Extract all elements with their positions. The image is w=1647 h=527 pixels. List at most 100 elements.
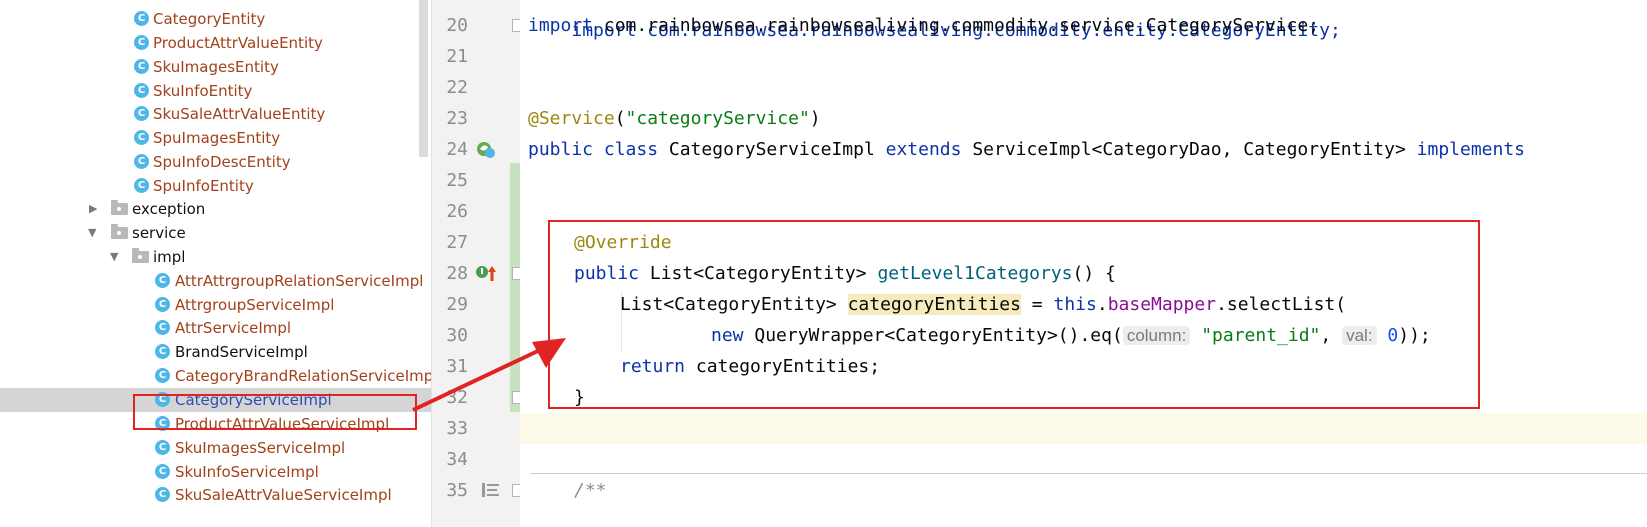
code-line-23: @Service("categoryService") xyxy=(528,103,821,134)
line-number: 29 xyxy=(446,294,468,315)
line-number: 30 xyxy=(446,325,468,346)
line-number: 32 xyxy=(446,387,468,408)
line-number: 28 xyxy=(446,263,468,284)
code-line-24: public class CategoryServiceImpl extends… xyxy=(528,134,1525,165)
collapse-arrow-icon[interactable]: ▼ xyxy=(88,221,96,245)
tree-item-label: CategoryEntity xyxy=(153,10,266,28)
class-icon: C xyxy=(155,344,170,359)
class-icon: C xyxy=(155,440,170,455)
code-string: "categoryService" xyxy=(625,108,810,129)
class-icon: C xyxy=(155,368,170,383)
collapse-arrow-icon[interactable]: ▼ xyxy=(110,245,118,269)
current-line-highlight xyxy=(520,413,1647,444)
tree-package-service[interactable]: ▼ service xyxy=(0,221,431,245)
code-text: com.rainbowsea.rainbowsealiving.commodit… xyxy=(593,15,1320,36)
class-icon: C xyxy=(134,154,149,169)
code-keyword: import xyxy=(528,15,594,36)
method-separator xyxy=(530,473,1647,474)
code-text: ) xyxy=(809,108,821,129)
line-number: 23 xyxy=(446,108,468,129)
tree-item-label: SpuInfoEntity xyxy=(153,177,254,195)
class-icon: C xyxy=(134,178,149,193)
tree-item[interactable]: C SpuInfoEntity xyxy=(0,174,431,198)
tree-item[interactable]: C AttrgroupServiceImpl xyxy=(0,293,431,317)
tree-item-label: SkuSaleAttrValueServiceImpl xyxy=(175,486,392,504)
class-icon: C xyxy=(134,35,149,50)
line-number: 24 xyxy=(446,139,468,160)
tree-item[interactable]: C CategoryBrandRelationServiceImp xyxy=(0,364,431,388)
tree-item-label: AttrAttrgroupRelationServiceImpl xyxy=(175,272,424,290)
class-icon: C xyxy=(155,464,170,479)
override-method-icon[interactable] xyxy=(475,263,499,283)
documentation-icon[interactable] xyxy=(481,481,501,499)
vcs-change-marker[interactable] xyxy=(510,163,520,412)
line-number: 33 xyxy=(446,418,468,439)
code-line-35: /** xyxy=(574,475,607,506)
class-icon: C xyxy=(155,273,170,288)
project-tree: C CategoryEntity C ProductAttrValueEntit… xyxy=(0,0,431,527)
tree-package-exception[interactable]: ▶ exception xyxy=(0,197,431,221)
tree-item-label: SkuInfoServiceImpl xyxy=(175,463,319,481)
tree-item[interactable]: C ProductAttrValueEntity xyxy=(0,31,431,55)
tree-item[interactable]: C SkuInfoServiceImpl xyxy=(0,460,431,484)
package-folder-icon xyxy=(111,224,128,239)
tree-item[interactable]: C SkuImagesEntity xyxy=(0,55,431,79)
class-icon: C xyxy=(155,320,170,335)
class-icon: C xyxy=(155,487,170,502)
line-number: 21 xyxy=(446,46,468,67)
line-number: 20 xyxy=(446,15,468,36)
tree-package-impl[interactable]: ▼ impl xyxy=(0,245,431,269)
code-comment: /** xyxy=(574,480,607,501)
tree-item[interactable]: C CategoryEntity xyxy=(0,7,431,31)
line-number: 35 xyxy=(446,480,468,501)
tree-item-label: AttrgroupServiceImpl xyxy=(175,296,335,314)
code-text: CategoryServiceImpl xyxy=(658,139,886,160)
tree-item-label: SkuImagesEntity xyxy=(153,58,279,76)
expand-arrow-icon[interactable]: ▶ xyxy=(89,197,97,221)
tree-item-label: SpuInfoDescEntity xyxy=(153,153,291,171)
line-number: 22 xyxy=(446,77,468,98)
tree-item[interactable]: C SkuSaleAttrValueEntity xyxy=(0,102,431,126)
package-folder-icon xyxy=(132,248,149,263)
code-text: ServiceImpl<CategoryDao, CategoryEntity> xyxy=(961,139,1417,160)
class-icon: C xyxy=(134,59,149,74)
code-line-20: import com.rainbowsea.rainbowsealiving.c… xyxy=(528,10,1319,41)
line-number: 34 xyxy=(446,449,468,470)
tree-item[interactable]: C SpuInfoDescEntity xyxy=(0,150,431,174)
tree-item[interactable]: C SkuImagesServiceImpl xyxy=(0,436,431,460)
line-number: 25 xyxy=(446,170,468,191)
class-icon: C xyxy=(134,130,149,145)
tree-item[interactable]: C AttrAttrgroupRelationServiceImpl xyxy=(0,269,431,293)
tree-item-label: BrandServiceImpl xyxy=(175,343,308,361)
code-keyword: implements xyxy=(1416,139,1526,160)
tree-item-label: SkuSaleAttrValueEntity xyxy=(153,105,326,123)
tree-item-label: CategoryBrandRelationServiceImp xyxy=(175,367,431,385)
tree-item[interactable]: C AttrServiceImpl xyxy=(0,316,431,340)
code-keyword: extends xyxy=(885,139,962,160)
class-icon: C xyxy=(155,297,170,312)
code-annotation: @Service xyxy=(528,108,615,129)
tree-item-label: ProductAttrValueEntity xyxy=(153,34,323,52)
tree-item[interactable]: C SpuImagesEntity xyxy=(0,126,431,150)
class-icon: C xyxy=(134,106,149,121)
line-number: 31 xyxy=(446,356,468,377)
tree-item[interactable]: C SkuSaleAttrValueServiceImpl xyxy=(0,483,431,507)
tree-item-label: service xyxy=(132,224,186,242)
tree-item-label: AttrServiceImpl xyxy=(175,319,292,337)
code-text: ( xyxy=(614,108,626,129)
tree-item-label: exception xyxy=(132,200,206,218)
tree-item[interactable]: C BrandServiceImpl xyxy=(0,340,431,364)
tree-item-label: SkuInfoEntity xyxy=(153,82,253,100)
annotation-highlight-box-code xyxy=(548,220,1480,409)
tree-item-label: impl xyxy=(153,248,186,266)
class-icon: C xyxy=(134,83,149,98)
line-number: 27 xyxy=(446,232,468,253)
package-folder-icon xyxy=(111,200,128,215)
tree-item[interactable]: C SkuInfoEntity xyxy=(0,79,431,103)
spring-bean-icon[interactable] xyxy=(475,140,497,160)
annotation-highlight-box-tree xyxy=(133,394,417,430)
tree-item-label: SkuImagesServiceImpl xyxy=(175,439,346,457)
class-icon: C xyxy=(134,11,149,26)
tree-item-label: SpuImagesEntity xyxy=(153,129,281,147)
code-keyword: public class xyxy=(528,139,659,160)
